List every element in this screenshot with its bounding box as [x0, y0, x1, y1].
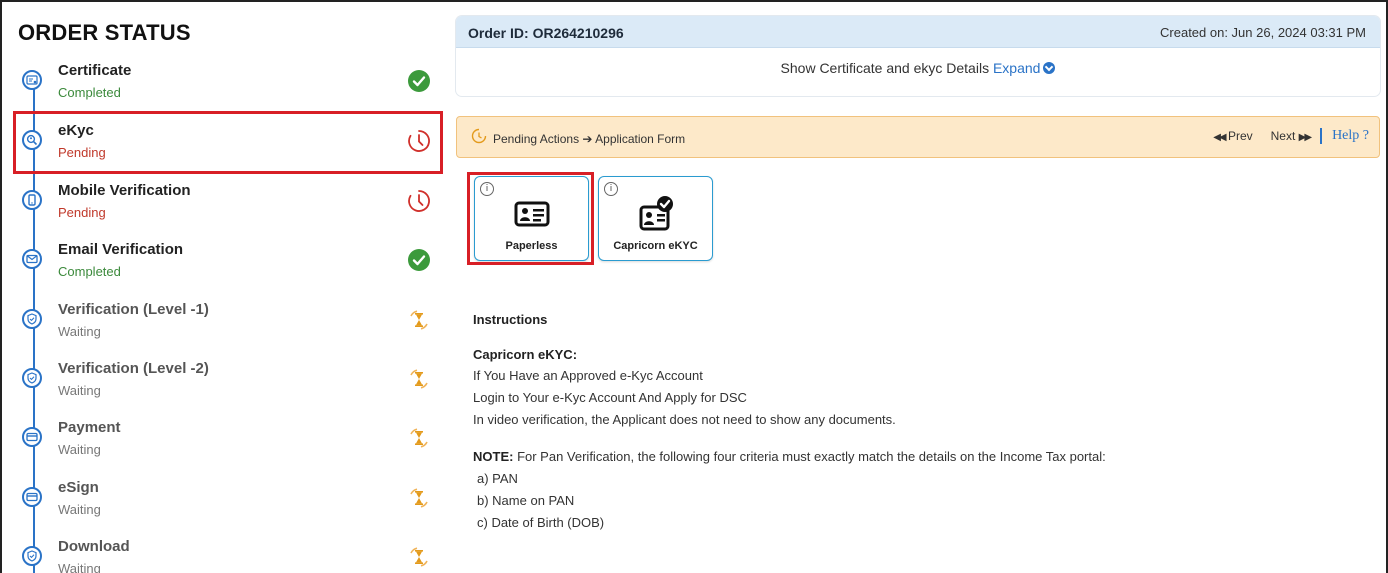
step-status: Waiting [58, 442, 101, 457]
instruction-line: In video verification, the Applicant doe… [473, 412, 896, 427]
help-link[interactable]: Help ? [1332, 128, 1369, 144]
step-certificate[interactable]: Certificate Completed [12, 60, 442, 118]
info-icon[interactable]: i [480, 182, 494, 196]
show-details-row: Show Certificate and ekyc Details Expand [456, 60, 1380, 76]
step-status: Waiting [58, 324, 101, 339]
note-label: NOTE: [473, 449, 514, 464]
main-content: Order ID: OR264210296 Created on: Jun 26… [456, 2, 1382, 573]
pager: ◀◀ Prev Next ▶▶ Help ? [1213, 128, 1369, 144]
waiting-hourglass-icon [406, 544, 432, 570]
instructions-section: Instructions Capricorn eKYC: If You Have… [473, 312, 1373, 531]
expand-link[interactable]: Expand [992, 60, 1056, 76]
certificate-icon [22, 70, 42, 90]
option-label: Capricorn eKYC [613, 240, 698, 252]
option-label: Paperless [505, 240, 558, 252]
instructions-subheading: Capricorn eKYC: [473, 347, 578, 362]
breadcrumb-pending-actions: Pending Actions [493, 132, 580, 146]
step-title: Verification (Level -1) [58, 301, 209, 318]
instruction-line: If You Have an Approved e-Kyc Account [473, 368, 703, 383]
step-status: Completed [58, 85, 121, 100]
step-title: Certificate [58, 62, 132, 79]
breadcrumb: Pending Actions ➔ Application Form [493, 132, 685, 146]
step-payment[interactable]: Payment Waiting [12, 417, 442, 475]
step-status: Waiting [58, 561, 101, 573]
next-button[interactable]: Next ▶▶ [1270, 129, 1312, 143]
step-title: eKyc [58, 122, 94, 139]
prev-button[interactable]: ◀◀ Prev [1213, 129, 1252, 143]
step-title: Email Verification [58, 241, 184, 258]
step-esign[interactable]: eSign Waiting [12, 477, 442, 535]
step-status: Waiting [58, 502, 101, 517]
pending-clock-icon [406, 128, 432, 154]
id-card-icon [513, 195, 551, 231]
arrow-right-icon: ➔ [582, 132, 593, 146]
shield-icon [22, 368, 42, 388]
instructions-heading: Instructions [473, 312, 548, 327]
mobile-icon [22, 190, 42, 210]
step-status: Pending [58, 145, 106, 160]
step-status: Pending [58, 205, 106, 220]
step-status: Completed [58, 264, 121, 279]
info-icon[interactable]: i [604, 182, 618, 196]
order-card: Order ID: OR264210296 Created on: Jun 26… [456, 16, 1380, 96]
expand-label: Expand [992, 60, 1041, 76]
step-title: Payment [58, 419, 121, 436]
breadcrumb-application-form: Application Form [595, 132, 686, 146]
step-email-verification[interactable]: Email Verification Completed [12, 239, 442, 297]
criteria-item: b) Name on PAN [477, 493, 575, 508]
email-icon [22, 249, 42, 269]
pending-clock-icon [406, 188, 432, 214]
step-status: Waiting [58, 383, 101, 398]
waiting-hourglass-icon [406, 425, 432, 451]
option-capricorn-ekyc[interactable]: i Capricorn eKYC [598, 176, 713, 261]
option-paperless[interactable]: i Paperless [474, 176, 589, 261]
step-mobile-verification[interactable]: Mobile Verification Pending [12, 180, 442, 238]
criteria-item: c) Date of Birth (DOB) [477, 515, 605, 530]
verified-id-card-icon [637, 195, 675, 231]
double-right-icon: ▶▶ [1298, 132, 1312, 143]
note-text: For Pan Verification, the following four… [513, 449, 1106, 464]
ekyc-search-icon [22, 130, 42, 150]
next-label: Next [1270, 129, 1296, 143]
step-title: Mobile Verification [58, 182, 191, 199]
instruction-line: Login to Your e-Kyc Account And Apply fo… [473, 390, 747, 405]
show-details-text: Show Certificate and ekyc Details [780, 60, 990, 76]
shield-icon [22, 309, 42, 329]
card-icon [22, 427, 42, 447]
sidebar-title: ORDER STATUS [18, 20, 191, 45]
expand-down-icon [1043, 62, 1056, 74]
completed-check-icon [406, 247, 432, 273]
step-verification-level-1[interactable]: Verification (Level -1) Waiting [12, 299, 442, 357]
step-ekyc[interactable]: eKyc Pending [12, 120, 442, 178]
double-left-icon: ◀◀ [1213, 132, 1226, 143]
shield-icon [22, 546, 42, 566]
pending-actions-icon [471, 128, 487, 144]
completed-check-icon [406, 68, 432, 94]
card-icon [22, 487, 42, 507]
order-header: Order ID: OR264210296 Created on: Jun 26… [456, 16, 1380, 48]
prev-label: Prev [1227, 129, 1253, 143]
waiting-hourglass-icon [406, 307, 432, 333]
step-download[interactable]: Download Waiting [12, 536, 442, 573]
step-title: eSign [58, 479, 99, 496]
step-title: Verification (Level -2) [58, 360, 209, 377]
pager-divider [1320, 128, 1323, 144]
criteria-item: a) PAN [477, 471, 518, 486]
created-on: Created on: Jun 26, 2024 03:31 PM [1160, 25, 1366, 40]
waiting-hourglass-icon [406, 366, 432, 392]
note-paragraph: NOTE: For Pan Verification, the followin… [473, 448, 1373, 465]
pending-actions-bar: Pending Actions ➔ Application Form ◀◀ Pr… [456, 116, 1380, 158]
step-title: Download [58, 538, 130, 555]
waiting-hourglass-icon [406, 485, 432, 511]
order-status-sidebar: ORDER STATUS Certificate Completed eKyc … [2, 2, 444, 573]
step-verification-level-2[interactable]: Verification (Level -2) Waiting [12, 358, 442, 416]
order-id: Order ID: OR264210296 [468, 25, 624, 41]
